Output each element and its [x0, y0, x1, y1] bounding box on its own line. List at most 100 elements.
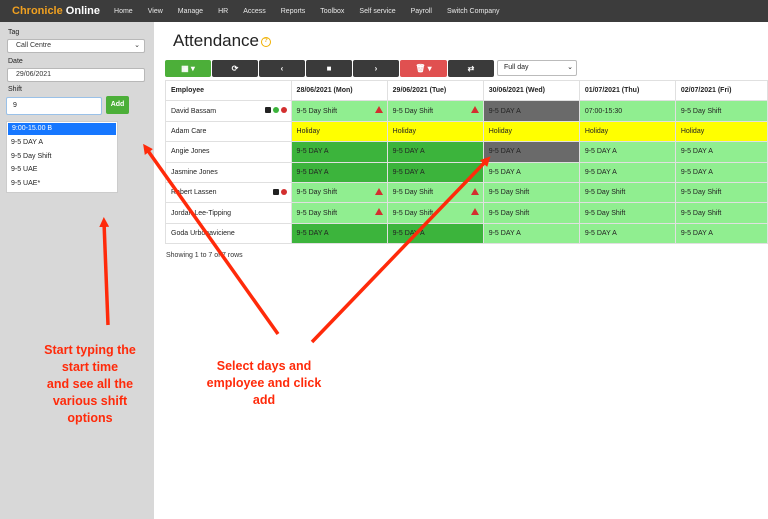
shift-cell[interactable]: 9-5 Day Shift — [578, 181, 676, 204]
shift-cell[interactable]: 9-5 DAY A — [578, 222, 676, 245]
tag-select[interactable]: Call Centre ⌄ — [7, 39, 145, 53]
employee-cell[interactable]: Adam Care — [165, 120, 292, 143]
shift-cell[interactable]: Holiday — [290, 120, 388, 143]
shift-cell[interactable]: 9-5 DAY A — [290, 222, 388, 245]
brand-logo[interactable]: Chronicle Online — [12, 5, 100, 17]
nav-hr[interactable]: HR — [218, 8, 228, 15]
nav-payroll[interactable]: Payroll — [411, 8, 432, 15]
column-header-date[interactable]: 01/07/2021 (Thu) — [578, 79, 676, 102]
shift-cell[interactable]: 9-5 Day Shift — [386, 202, 484, 224]
shift-text: 9-5 DAY A — [392, 148, 425, 156]
shift-cell[interactable]: 9-5 DAY A — [578, 141, 676, 163]
shift-cell[interactable]: 9-5 Day Shift — [578, 202, 676, 224]
nav-reports[interactable]: Reports — [281, 8, 306, 15]
shift-cell[interactable]: 9-5 Day Shift — [290, 202, 388, 224]
shift-cell[interactable]: 07:00-15:30 — [578, 100, 676, 122]
shift-cell[interactable]: 9-5 DAY A — [482, 141, 580, 163]
annotation-line: and see all the — [46, 377, 134, 391]
shift-cell[interactable]: 9-5 DAY A — [290, 141, 388, 163]
help-icon[interactable]: ? — [261, 37, 271, 47]
swap-button[interactable]: ⇄ — [448, 60, 494, 77]
employee-cell[interactable]: Jordan Lee-Tipping — [165, 202, 292, 224]
column-header-date[interactable]: 02/07/2021 (Fri) — [674, 79, 768, 102]
shift-cell[interactable]: 9-5 DAY A — [674, 222, 768, 245]
shift-text: 9-5 Day Shift — [584, 189, 626, 197]
employee-cell[interactable]: Goda Urbonaviciene — [165, 222, 292, 245]
tag-label: Tag — [8, 29, 20, 36]
table-pagination-info: Showing 1 to 7 of 7 rows — [166, 252, 243, 259]
employee-cell[interactable]: David Bassam — [165, 100, 292, 122]
nav-toolbox[interactable]: Toolbox — [320, 8, 344, 15]
shift-cell[interactable]: 9-5 DAY A — [674, 161, 768, 183]
shift-cell[interactable]: 9-5 DAY A — [674, 141, 768, 163]
nav-switch-company[interactable]: Switch Company — [447, 8, 500, 15]
brand-name-part1: Chronicle — [12, 5, 63, 17]
column-header-date[interactable]: 29/06/2021 (Tue) — [386, 79, 484, 102]
employee-status-icons — [272, 188, 287, 195]
nav-view[interactable]: View — [148, 8, 163, 15]
shift-cell[interactable]: 9-5 Day Shift — [674, 181, 768, 204]
add-button[interactable]: Add — [106, 96, 129, 114]
shift-cell[interactable]: Holiday — [674, 120, 768, 143]
shift-cell[interactable]: Holiday — [482, 120, 580, 143]
attendance-table: Employee 28/06/2021 (Mon) 29/06/2021 (Tu… — [165, 79, 768, 245]
shift-cell[interactable]: 9-5 DAY A — [386, 161, 484, 183]
table-row: Angie Jones 9-5 DAY A 9-5 DAY A 9-5 DAY … — [165, 141, 768, 163]
shift-option[interactable]: 9:00-15.00 B — [8, 123, 116, 135]
delete-menu-button[interactable]: 🗑 ▾ — [400, 60, 447, 77]
employee-cell[interactable]: Robert Lassen — [165, 181, 292, 204]
shift-cell[interactable]: 9-5 DAY A — [482, 161, 580, 183]
shift-cell[interactable]: 9-5 DAY A — [290, 161, 388, 183]
shift-cell[interactable]: 9-5 Day Shift — [674, 100, 768, 122]
shift-cell[interactable]: 9-5 DAY A — [482, 222, 580, 245]
shift-cell[interactable]: Holiday — [386, 120, 484, 143]
delete-menu-icon: 🗑 ▾ — [415, 64, 432, 73]
column-header-date[interactable]: 28/06/2021 (Mon) — [290, 79, 388, 102]
shift-cell[interactable]: 9-5 DAY A — [578, 161, 676, 183]
column-header-employee[interactable]: Employee — [165, 79, 292, 102]
column-header-date[interactable]: 30/06/2021 (Wed) — [482, 79, 580, 102]
shift-cell[interactable]: 9-5 Day Shift — [386, 181, 484, 204]
date-label: Date — [8, 58, 23, 65]
shift-cell[interactable]: 9-5 Day Shift — [674, 202, 768, 224]
shift-text: 9-5 Day Shift — [680, 209, 722, 217]
shift-option[interactable]: 9-5 UAE* — [7, 177, 117, 191]
calendar-menu-icon: ▦ ▾ — [181, 64, 195, 73]
shift-cell[interactable]: 9-5 Day Shift — [482, 181, 580, 204]
shift-text: 9-5 Day Shift — [296, 107, 338, 115]
shift-option[interactable]: 9-5 DAY A — [7, 136, 117, 150]
shift-cell[interactable]: 9-5 Day Shift — [386, 100, 484, 122]
employee-cell[interactable]: Angie Jones — [165, 141, 292, 163]
date-input-value: 29/06/2021 — [16, 71, 52, 78]
shift-text: 9-5 DAY A — [584, 229, 617, 237]
shift-cell[interactable]: 9-5 Day Shift — [290, 100, 388, 122]
shift-cell[interactable]: 9-5 Day Shift — [482, 202, 580, 224]
shift-cell[interactable]: 9-5 DAY A — [482, 100, 580, 122]
shift-option[interactable]: 9-5 UAE — [7, 163, 117, 177]
previous-button[interactable]: ‹ — [259, 60, 305, 77]
day-range-select[interactable]: Full day ⌄ — [497, 60, 577, 76]
refresh-button[interactable]: ⟳ — [212, 60, 258, 77]
nav-self-service[interactable]: Self service — [359, 8, 395, 15]
shift-input[interactable]: 9 — [6, 97, 102, 115]
employee-name: Angie Jones — [171, 148, 210, 156]
calendar-menu-button[interactable]: ▦ ▾ — [165, 60, 211, 77]
table-row: Adam Care Holiday Holiday Holiday Holida… — [165, 120, 768, 143]
stop-button[interactable]: ■ — [306, 60, 352, 77]
table-row: Jordan Lee-Tipping 9-5 Day Shift 9-5 Day… — [165, 202, 768, 224]
employee-cell[interactable]: Jasmine Jones — [165, 161, 292, 183]
date-input[interactable]: 29/06/2021 — [7, 68, 145, 82]
day-range-value: Full day — [504, 64, 529, 71]
shift-option[interactable]: 9-5 Day Shift — [7, 150, 117, 164]
shift-cell[interactable]: 9-5 Day Shift — [290, 181, 388, 204]
annotation-line: add — [252, 393, 276, 407]
employee-name: Robert Lassen — [171, 189, 217, 197]
shift-cell[interactable]: 9-5 DAY A — [386, 141, 484, 163]
nav-manage[interactable]: Manage — [178, 8, 203, 15]
shift-cell[interactable]: Holiday — [578, 120, 676, 143]
nav-access[interactable]: Access — [243, 8, 266, 15]
shift-cell[interactable]: 9-5 DAY A — [386, 222, 484, 245]
shift-text: 9-5 DAY A — [584, 168, 617, 176]
next-button[interactable]: › — [353, 60, 399, 77]
nav-home[interactable]: Home — [114, 8, 133, 15]
